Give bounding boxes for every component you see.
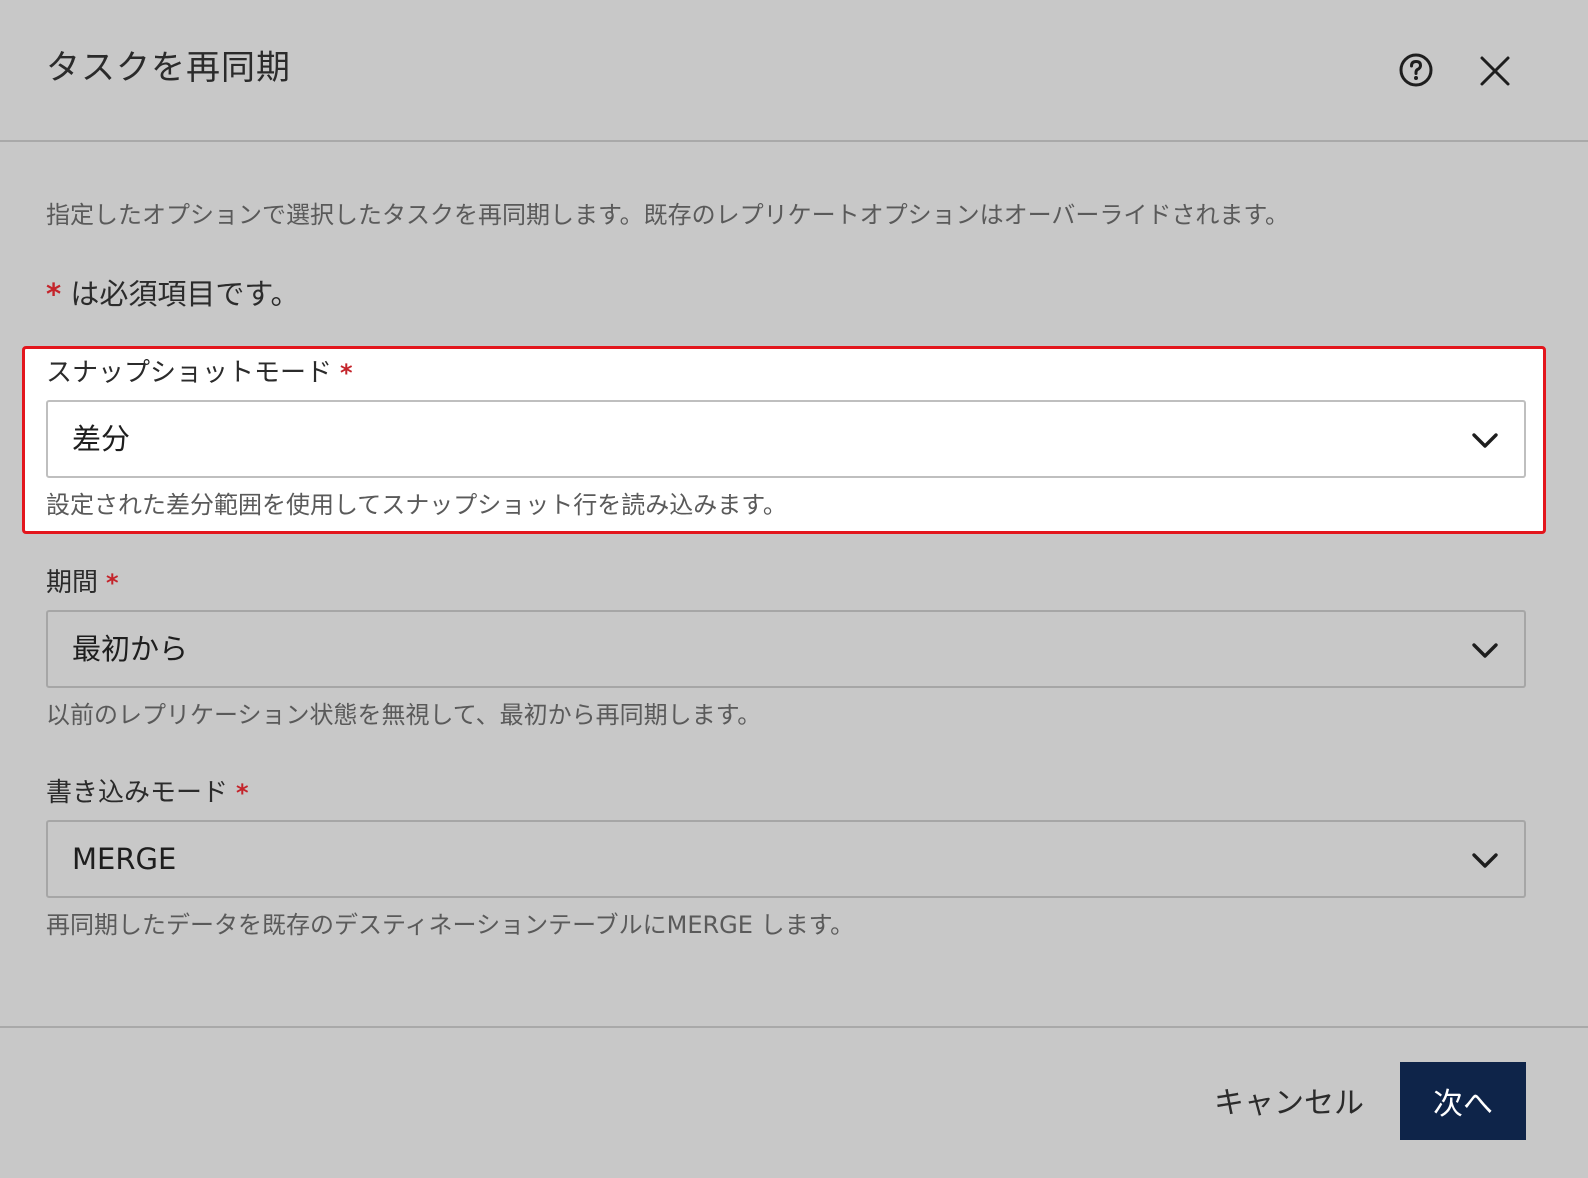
required-asterisk: * [46,277,62,311]
resync-task-dialog: タスクを再同期 指定したオプションで選択したタスクを再同期します。既存のレプリケ… [0,0,1588,1178]
chevron-down-icon [1472,853,1498,868]
period-required-asterisk: * [106,569,119,597]
dialog-footer: キャンセル 次へ [0,1026,1588,1178]
snapshot-mode-label: スナップショットモード * [46,356,353,390]
chevron-down-icon [1472,433,1498,448]
dialog-body: 指定したオプションで選択したタスクを再同期します。既存のレプリケートオプションは… [0,142,1588,1028]
close-button[interactable] [1476,52,1514,90]
next-button[interactable]: 次へ [1400,1062,1526,1140]
period-label: 期間 * [46,566,119,600]
chevron-down-icon [1472,643,1498,658]
required-fields-note: * は必須項目です。 [46,274,300,314]
period-select[interactable]: 最初から [46,610,1526,688]
dialog-description: 指定したオプションで選択したタスクを再同期します。既存のレプリケートオプションは… [46,201,1289,229]
required-note-text: は必須項目です。 [61,277,300,311]
period-hint: 以前のレプリケーション状態を無視して、最初から再同期します。 [46,701,762,729]
dialog-title: タスクを再同期 [46,48,291,88]
write-mode-label: 書き込みモード * [46,776,249,810]
write-mode-hint: 再同期したデータを既存のデスティネーションテーブルにMERGE します。 [46,911,855,939]
dialog-header: タスクを再同期 [0,0,1588,142]
snapshot-mode-value: 差分 [72,422,131,456]
snapshot-mode-required-asterisk: * [340,359,353,387]
close-icon [1480,56,1510,86]
write-mode-select[interactable]: MERGE [46,820,1526,898]
period-value: 最初から [72,632,189,666]
help-circle-icon [1399,53,1433,87]
write-mode-value: MERGE [72,842,177,876]
write-mode-required-asterisk: * [236,779,249,807]
snapshot-mode-select[interactable]: 差分 [46,400,1526,478]
cancel-button[interactable]: キャンセル [1196,1062,1382,1138]
period-label-text: 期間 [46,568,99,598]
snapshot-mode-label-text: スナップショットモード [46,358,333,388]
write-mode-label-text: 書き込みモード [46,778,229,808]
help-button[interactable] [1398,52,1434,88]
snapshot-mode-hint: 設定された差分範囲を使用してスナップショット行を読み込みます。 [46,491,787,519]
